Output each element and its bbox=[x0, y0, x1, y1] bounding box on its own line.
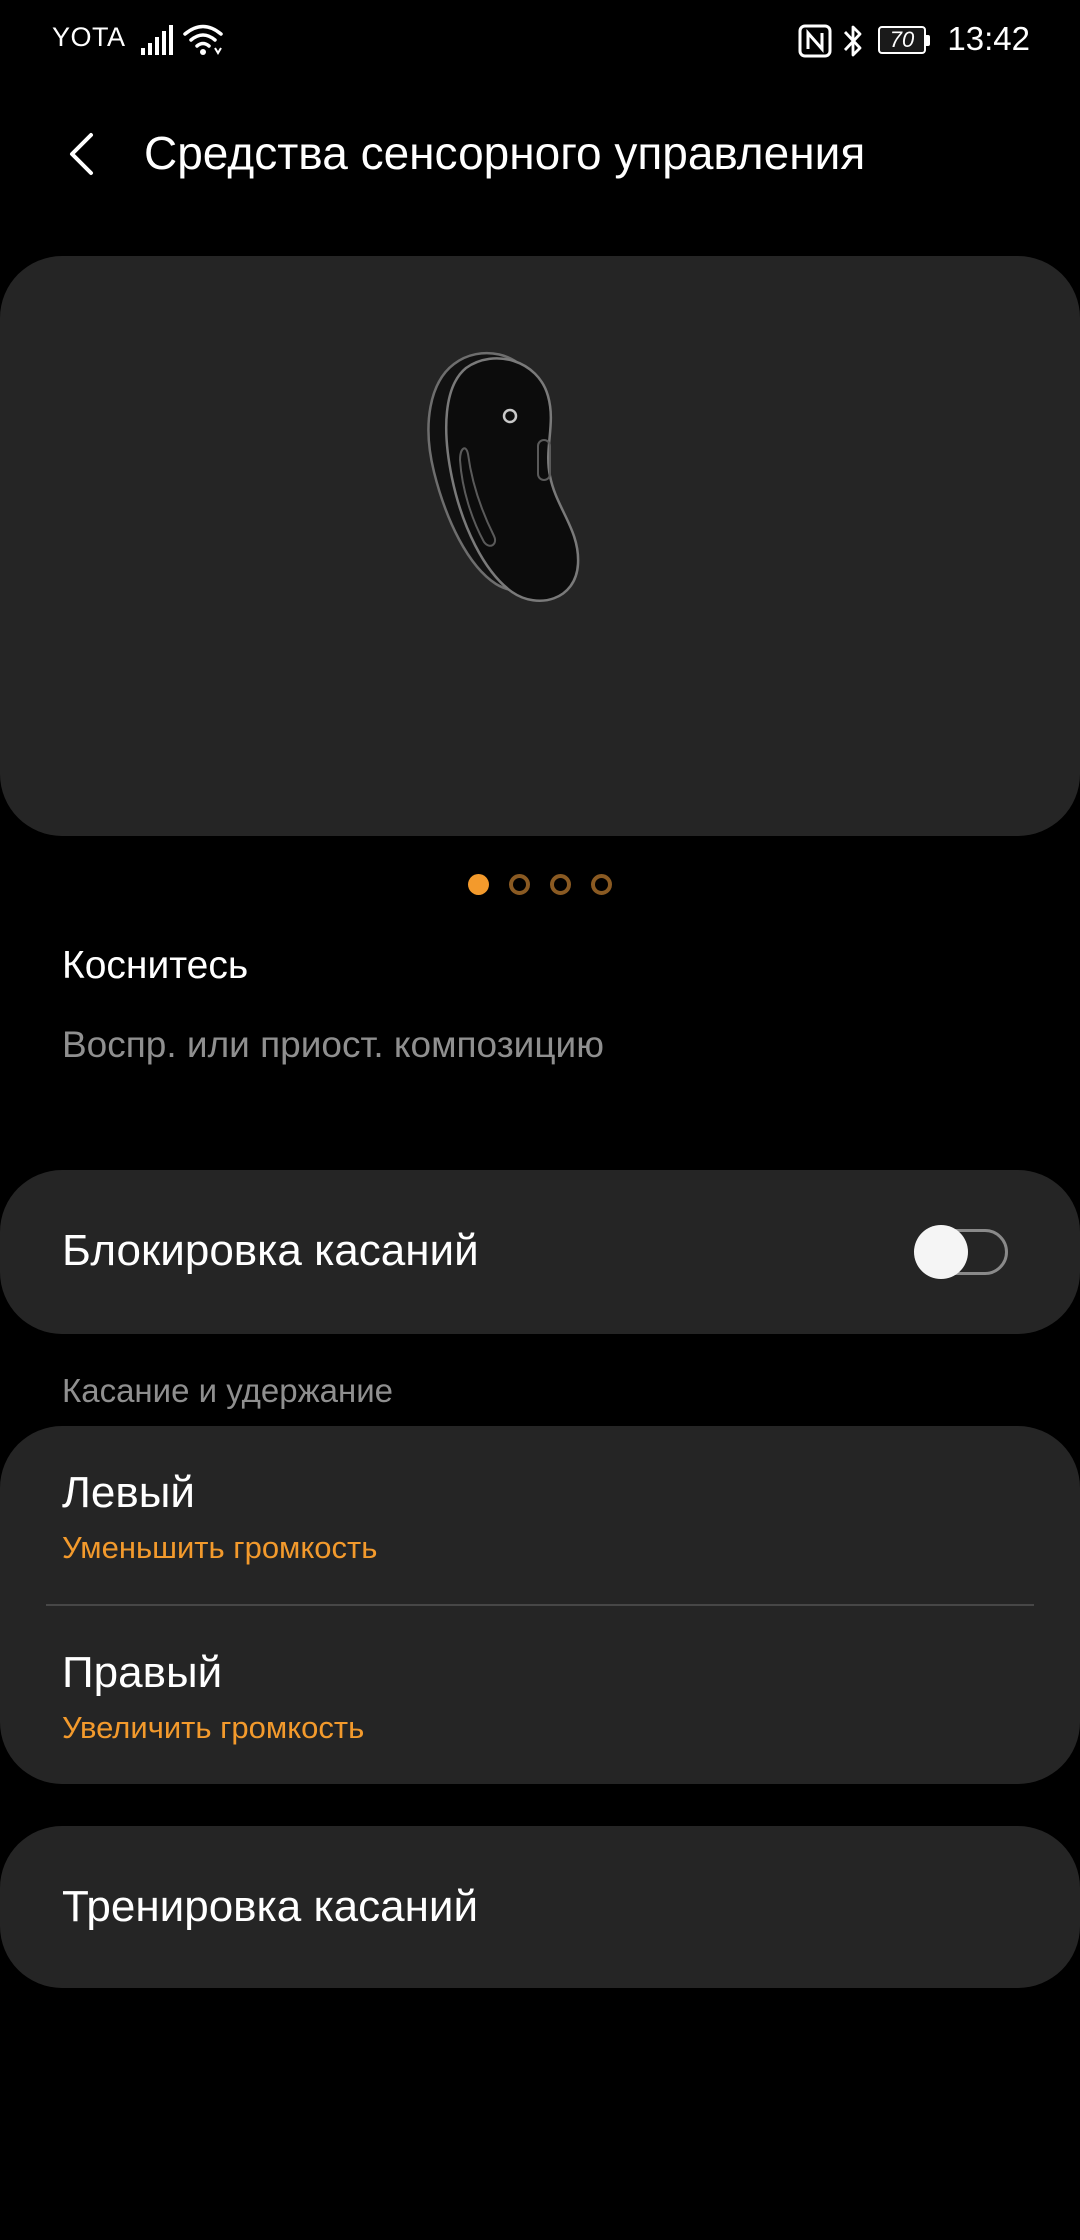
wifi-icon bbox=[183, 24, 223, 55]
toggle-knob bbox=[914, 1225, 968, 1279]
right-earbud-value: Увеличить громкость bbox=[62, 1710, 365, 1745]
touch-lock-toggle[interactable] bbox=[914, 1225, 1012, 1279]
right-earbud-row[interactable]: Правый Увеличить громкость bbox=[0, 1606, 1080, 1784]
chevron-left-icon bbox=[70, 133, 93, 175]
touch-training-label: Тренировка касаний bbox=[62, 1882, 479, 1931]
gesture-illustration-card[interactable] bbox=[0, 256, 1080, 836]
touch-lock-row[interactable]: Блокировка касаний bbox=[0, 1170, 1080, 1334]
pager-dot[interactable] bbox=[468, 874, 489, 895]
battery-level: 70 bbox=[889, 27, 915, 52]
touch-training-row[interactable]: Тренировка касаний bbox=[0, 1826, 1080, 1988]
touch-and-hold-card: Левый Уменьшить громкость Правый Увеличи… bbox=[0, 1426, 1080, 1784]
earbud-illustration bbox=[427, 351, 580, 602]
back-button[interactable] bbox=[50, 122, 114, 186]
left-earbud-value: Уменьшить громкость bbox=[62, 1530, 378, 1565]
left-earbud-row[interactable]: Левый Уменьшить громкость bbox=[0, 1426, 1080, 1604]
left-earbud-label: Левый bbox=[62, 1468, 195, 1517]
touch-and-hold-header: Касание и удержание bbox=[62, 1372, 394, 1409]
cell-signal-icon bbox=[141, 25, 173, 55]
pager-dot[interactable] bbox=[591, 874, 612, 895]
touch-lock-label: Блокировка касаний bbox=[62, 1226, 479, 1275]
nfc-icon bbox=[798, 24, 832, 58]
battery-indicator: 70 bbox=[878, 26, 932, 56]
bluetooth-icon bbox=[843, 25, 862, 57]
gesture-description: Воспр. или приост. композицию bbox=[62, 1024, 604, 1065]
pager-dots bbox=[0, 874, 1080, 898]
pager-dot[interactable] bbox=[550, 874, 571, 895]
status-bar: YOTA 70 13:42 bbox=[0, 0, 1080, 80]
gesture-title: Коснитесь bbox=[62, 944, 249, 987]
clock: 13:42 bbox=[947, 20, 1030, 57]
right-earbud-label: Правый bbox=[62, 1648, 223, 1697]
carrier-name: YOTA bbox=[52, 22, 126, 52]
page-title: Средства сенсорного управления bbox=[144, 127, 866, 179]
app-header: Средства сенсорного управления bbox=[0, 100, 1080, 210]
pager-dot[interactable] bbox=[509, 874, 530, 895]
